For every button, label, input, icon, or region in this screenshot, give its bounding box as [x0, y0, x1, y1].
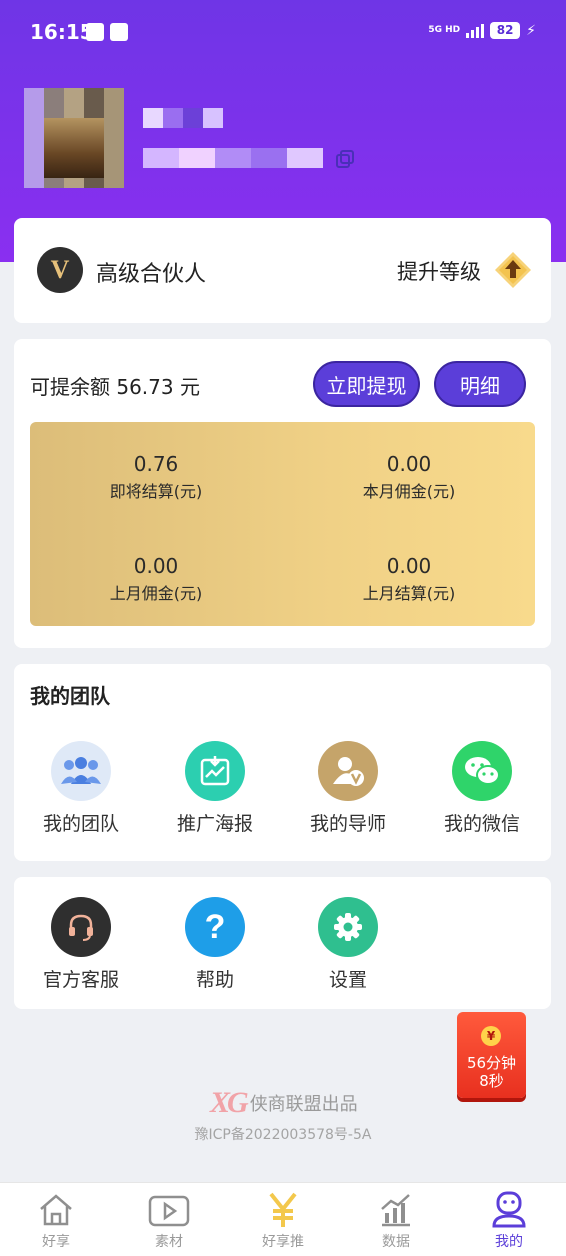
- tab-material[interactable]: 素材: [124, 1191, 214, 1251]
- team-item-label: 我的团队: [42, 813, 119, 835]
- countdown-minutes: 56分钟: [466, 1054, 517, 1072]
- team-item-mentor[interactable]: 我的导师: [293, 741, 403, 836]
- status-time: 16:15: [30, 20, 94, 44]
- stat-label: 上月佣金(元): [109, 584, 203, 603]
- help-icon: ?: [185, 897, 245, 957]
- level-card[interactable]: V 高级合伙人 提升等级: [14, 218, 551, 323]
- team-card: 我的团队 我的团队 推广海报 我的导师 我的微信: [14, 664, 551, 861]
- stat-label: 上月结算(元): [362, 584, 456, 603]
- notification-icon: [86, 23, 104, 41]
- battery-icon: 82: [490, 22, 521, 39]
- stat-value: 0.00: [386, 452, 432, 476]
- team-icon: [51, 741, 111, 801]
- tab-label: 好享: [42, 1234, 70, 1250]
- service-card: 官方客服 ? 帮助 设置: [14, 877, 551, 1009]
- team-item-label: 推广海报: [176, 813, 253, 835]
- copy-icon[interactable]: [336, 150, 354, 168]
- team-section-title: 我的团队: [30, 684, 110, 708]
- tab-label: 数据: [382, 1234, 410, 1250]
- service-item-help[interactable]: ? 帮助: [160, 897, 270, 992]
- tab-data[interactable]: 数据: [351, 1191, 441, 1251]
- service-item-customer-service[interactable]: 官方客服: [26, 897, 136, 992]
- stat-last-month-commission: 0.00 上月佣金(元): [56, 554, 256, 604]
- tab-label: 我的: [495, 1234, 523, 1250]
- team-item-poster[interactable]: 推广海报: [160, 741, 270, 836]
- brand-name: 侠商联盟出品: [249, 1094, 358, 1115]
- usb-icon: [110, 23, 128, 41]
- withdraw-button[interactable]: 立即提现: [313, 361, 420, 407]
- service-item-label: 设置: [328, 969, 367, 991]
- stat-pending-settlement: 0.76 即将结算(元): [56, 452, 256, 502]
- service-item-label: 官方客服: [42, 969, 119, 991]
- headset-icon: [51, 897, 111, 957]
- chart-icon: [381, 1194, 410, 1227]
- team-item-wechat[interactable]: 我的微信: [427, 741, 537, 836]
- network-label: 5G HD: [428, 25, 461, 35]
- upgrade-diamond-icon[interactable]: [493, 250, 533, 290]
- charging-icon: ⚡: [526, 22, 536, 39]
- footer-brand: XG 侠商联盟出品: [210, 1086, 358, 1120]
- withdrawable-balance: 可提余额 56.73 元: [30, 375, 200, 399]
- profile-icon: [492, 1191, 526, 1228]
- poster-icon: [185, 741, 245, 801]
- user-id: [143, 148, 323, 168]
- team-item-label: 我的导师: [309, 813, 386, 835]
- tab-mine[interactable]: 我的: [464, 1191, 554, 1251]
- stat-last-month-settlement: 0.00 上月结算(元): [309, 554, 509, 604]
- upgrade-level-link[interactable]: 提升等级: [397, 256, 481, 286]
- status-indicators: 5G HD 82 ⚡: [428, 22, 536, 39]
- team-item-label: 我的微信: [443, 813, 520, 835]
- red-packet-countdown[interactable]: ¥ 56分钟 8秒: [457, 1012, 526, 1098]
- tab-label: 素材: [155, 1234, 183, 1250]
- avatar[interactable]: [24, 88, 124, 188]
- mentor-icon: [318, 741, 378, 801]
- stat-value: 0.76: [133, 452, 179, 476]
- tab-haoxiangtui[interactable]: 好享推: [238, 1191, 328, 1251]
- stat-this-month-commission: 0.00 本月佣金(元): [309, 452, 509, 502]
- tab-label: 好享推: [262, 1234, 304, 1250]
- stat-value: 0.00: [133, 554, 179, 578]
- service-item-label: 帮助: [195, 969, 234, 991]
- balance-card: 可提余额 56.73 元 立即提现 明细 0.76 即将结算(元) 0.00 本…: [14, 339, 551, 648]
- countdown-text: 56分钟 8秒: [457, 1054, 526, 1090]
- stat-value: 0.00: [386, 554, 432, 578]
- countdown-seconds: 8秒: [479, 1072, 504, 1090]
- tab-haoxiang[interactable]: 好享: [11, 1191, 101, 1251]
- level-name: 高级合伙人: [96, 262, 207, 287]
- detail-button[interactable]: 明细: [434, 361, 526, 407]
- wechat-icon: [452, 741, 512, 801]
- service-item-settings[interactable]: 设置: [293, 897, 403, 992]
- settings-icon: [318, 897, 378, 957]
- user-name: [143, 108, 223, 128]
- earnings-panel: 0.76 即将结算(元) 0.00 本月佣金(元) 0.00 上月佣金(元) 0…: [30, 422, 535, 626]
- icp-license: 豫ICP备2022003578号-5A: [194, 1127, 372, 1143]
- status-bar: 16:15 5G HD 82 ⚡: [0, 0, 566, 64]
- vip-badge-icon: V: [37, 247, 83, 293]
- brand-logo: XG: [210, 1086, 249, 1119]
- stat-label: 即将结算(元): [109, 482, 203, 501]
- stat-label: 本月佣金(元): [362, 482, 456, 501]
- bottom-tab-bar: 好享 素材 好享推 数据 我的: [0, 1182, 566, 1256]
- team-item-my-team[interactable]: 我的团队: [26, 741, 136, 836]
- video-icon: [148, 1195, 190, 1227]
- yen-icon: [269, 1192, 297, 1227]
- signal-icon: [466, 23, 485, 38]
- home-icon: [40, 1194, 72, 1226]
- coin-icon: ¥: [481, 1026, 501, 1046]
